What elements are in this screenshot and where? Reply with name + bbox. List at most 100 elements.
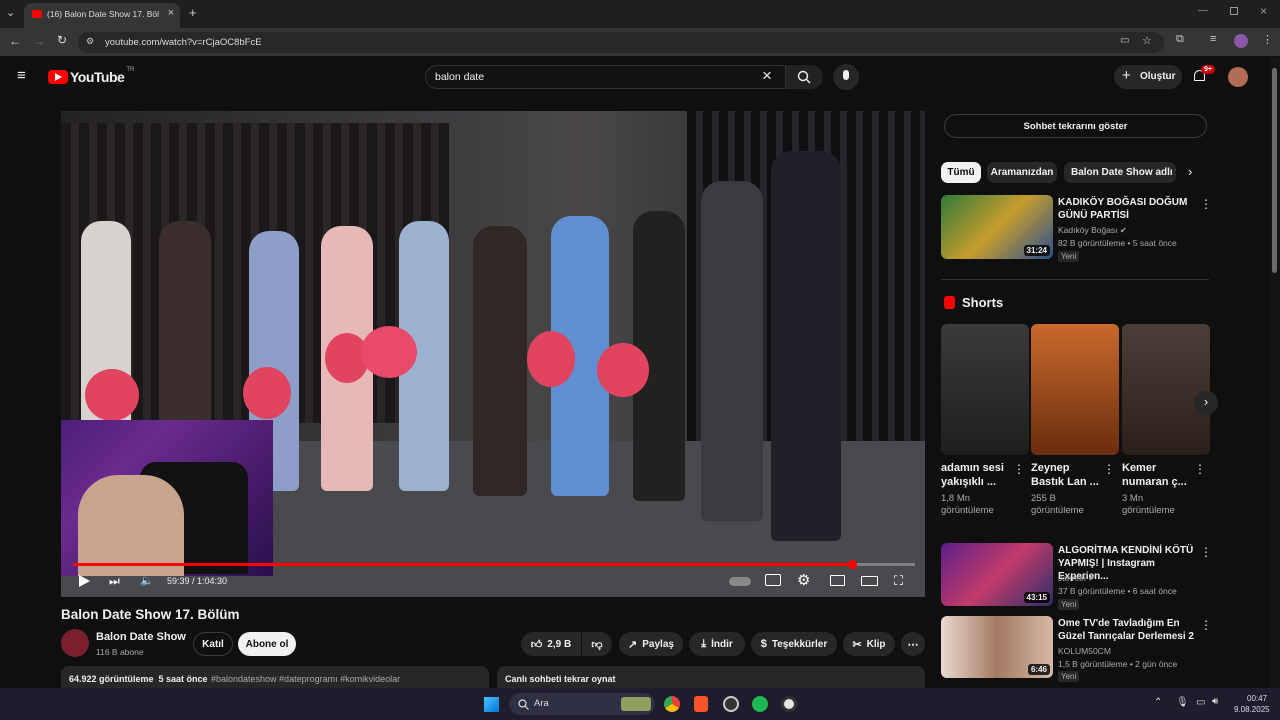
- more-actions-button[interactable]: ⋯: [901, 632, 925, 656]
- clear-search-icon[interactable]: ×: [762, 66, 772, 86]
- progress-bar[interactable]: [73, 560, 915, 569]
- new-tab-icon[interactable]: +: [189, 5, 197, 20]
- volume-tray-icon[interactable]: 🔊︎: [1212, 696, 1218, 707]
- extensions-icon[interactable]: ⧉: [1176, 33, 1184, 46]
- more-vertical-icon[interactable]: ⋮: [1103, 462, 1115, 476]
- account-avatar[interactable]: [1228, 67, 1248, 87]
- fullscreen-icon[interactable]: ⛶: [894, 573, 903, 589]
- spotify-icon[interactable]: [752, 696, 768, 712]
- subscriber-count: 116 B abone: [96, 647, 144, 657]
- shorts-next-button[interactable]: ›: [1194, 391, 1218, 415]
- clip-button[interactable]: ✂ Klip: [843, 632, 895, 656]
- browser-tab[interactable]: (16) Balon Date Show 17. Bölüm ×: [24, 3, 180, 28]
- page-scrollbar[interactable]: [1270, 58, 1280, 688]
- microphone-tray-icon[interactable]: 🎙︎: [1176, 697, 1189, 708]
- channel-name[interactable]: Balon Date Show: [96, 631, 186, 643]
- short-thumbnail: [1031, 324, 1119, 455]
- share-icon: ↗: [628, 638, 638, 651]
- chips-next-chevron-icon[interactable]: ›: [1188, 164, 1192, 179]
- live-chat-replay-box[interactable]: Canlı sohbeti tekrar oynat: [497, 666, 925, 688]
- browser-menu-icon[interactable]: ⋮: [1262, 33, 1273, 46]
- volume-icon[interactable]: 🔈: [140, 574, 154, 587]
- subscribe-button[interactable]: Abone ol: [238, 632, 296, 656]
- progress-scrubber[interactable]: [847, 560, 857, 569]
- hashtags[interactable]: #balondateshow #dateprogramı #komikvideo…: [211, 674, 400, 684]
- miniplayer-icon[interactable]: [830, 575, 845, 586]
- description-box[interactable]: 64.922 görüntüleme 5 saat önce #balondat…: [61, 666, 489, 688]
- thanks-button[interactable]: $ Teşekkürler: [751, 632, 837, 656]
- related-video-item[interactable]: 31:24 KADIKÖY BOĞASI DOĞUM GÜNÜ PARTİSİ …: [941, 195, 1212, 263]
- short-item[interactable]: Kemer numaran ç... 3 Mn görüntüleme ⋮: [1122, 324, 1210, 524]
- tray-chevron-icon[interactable]: ⌃: [1154, 697, 1162, 708]
- settings-gear-icon[interactable]: ⚙: [797, 571, 810, 589]
- obs-icon[interactable]: [781, 696, 797, 712]
- chrome-icon[interactable]: [664, 696, 680, 712]
- display-tray-icon[interactable]: ▭: [1196, 697, 1205, 708]
- restore-icon[interactable]: [1230, 7, 1238, 15]
- voice-search-button[interactable]: [833, 64, 859, 90]
- minimize-icon[interactable]: —: [1198, 5, 1208, 16]
- share-button[interactable]: ↗ Paylaş: [619, 632, 683, 656]
- brave-icon[interactable]: [694, 696, 708, 712]
- notifications-button[interactable]: 9+: [1192, 65, 1215, 87]
- hamburger-menu-icon[interactable]: ≡: [17, 68, 26, 83]
- more-vertical-icon[interactable]: ⋮: [1200, 545, 1212, 559]
- search-input[interactable]: balon date ×: [425, 65, 786, 89]
- address-bar[interactable]: ⚙ youtube.com/watch?v=rCjaOC8bFcE ▭ ☆: [78, 32, 1164, 53]
- back-icon[interactable]: ←: [9, 34, 21, 48]
- forward-icon[interactable]: →: [33, 34, 45, 48]
- next-icon[interactable]: ⏭: [109, 574, 120, 589]
- scissors-icon: ✂: [852, 638, 862, 651]
- app-icon[interactable]: [723, 696, 739, 712]
- bookmark-star-icon[interactable]: ☆: [1142, 34, 1152, 47]
- youtube-logo[interactable]: YouTube TR: [48, 67, 134, 85]
- play-icon[interactable]: [79, 575, 90, 587]
- video-player[interactable]: ⏭ 🔈 59:39 / 1:04:30 ⚙ ⛶: [61, 111, 925, 597]
- show-chat-replay-label: Sohbet tekrarını göster: [1023, 120, 1128, 132]
- taskbar-search[interactable]: Ara: [509, 693, 655, 715]
- channel-avatar[interactable]: [61, 629, 89, 657]
- dislike-button[interactable]: 👎︎: [582, 632, 612, 656]
- like-button[interactable]: 👍︎ 2,9 B: [521, 632, 581, 656]
- short-item[interactable]: adamın sesi yakışıklı ... 1,8 Mn görüntü…: [941, 324, 1029, 524]
- show-chat-replay-button[interactable]: Sohbet tekrarını göster: [944, 114, 1207, 138]
- reading-list-icon[interactable]: ≡: [1210, 33, 1216, 45]
- progress-played: [73, 563, 852, 566]
- video-thumbnail: 43:15: [941, 543, 1053, 606]
- theater-mode-icon[interactable]: [861, 576, 878, 586]
- more-vertical-icon[interactable]: ⋮: [1200, 197, 1212, 211]
- cast-icon[interactable]: ▭: [1120, 35, 1129, 46]
- chip-channel[interactable]: Balon Date Show adlı yü: [1064, 162, 1176, 183]
- chip-from-search[interactable]: Aramanızdan: [987, 162, 1057, 183]
- download-button[interactable]: ⤓ İndir: [689, 632, 745, 656]
- more-vertical-icon[interactable]: ⋮: [1013, 462, 1025, 476]
- autoplay-toggle[interactable]: [729, 577, 751, 586]
- reload-icon[interactable]: ↻: [57, 33, 67, 47]
- scrollbar-thumb[interactable]: [1272, 68, 1277, 273]
- join-button[interactable]: Katıl: [193, 632, 233, 656]
- create-button[interactable]: + Oluştur: [1114, 65, 1182, 89]
- clock-date[interactable]: 9.08.2025: [1234, 705, 1270, 714]
- related-video-item[interactable]: 6:46 Ome TV'de Tavladığım En Güzel Tanrı…: [941, 616, 1212, 684]
- close-window-icon[interactable]: ×: [1260, 4, 1267, 18]
- clock-time[interactable]: 00:47: [1247, 694, 1267, 703]
- time-display: 59:39 / 1:04:30: [167, 576, 228, 586]
- related-video-channel: KOLUM50CM: [1058, 646, 1111, 656]
- related-video-item[interactable]: 43:15 ALGORİTMA KENDİNİ KÖTÜ YAPMIŞ! | I…: [941, 543, 1212, 611]
- new-badge: Yeni: [1058, 671, 1080, 682]
- shorts-logo-icon: [944, 296, 955, 309]
- tab-list-chevron-icon[interactable]: ⌄: [6, 6, 15, 19]
- profile-avatar[interactable]: [1234, 34, 1248, 48]
- short-item[interactable]: Zeynep Bastık Lan ... 255 B görüntüleme …: [1031, 324, 1119, 524]
- join-label: Katıl: [202, 638, 224, 650]
- tab-close-icon[interactable]: ×: [168, 7, 174, 19]
- site-info-icon[interactable]: ⚙: [86, 36, 94, 47]
- search-button[interactable]: [786, 65, 823, 89]
- more-vertical-icon[interactable]: ⋮: [1200, 618, 1212, 632]
- duration-badge: 43:15: [1023, 592, 1050, 603]
- youtube-play-logo-icon: [48, 70, 68, 84]
- subtitles-icon[interactable]: [765, 574, 781, 586]
- more-vertical-icon[interactable]: ⋮: [1194, 462, 1206, 476]
- chip-all[interactable]: Tümü: [941, 162, 981, 183]
- windows-start-icon[interactable]: [484, 697, 499, 712]
